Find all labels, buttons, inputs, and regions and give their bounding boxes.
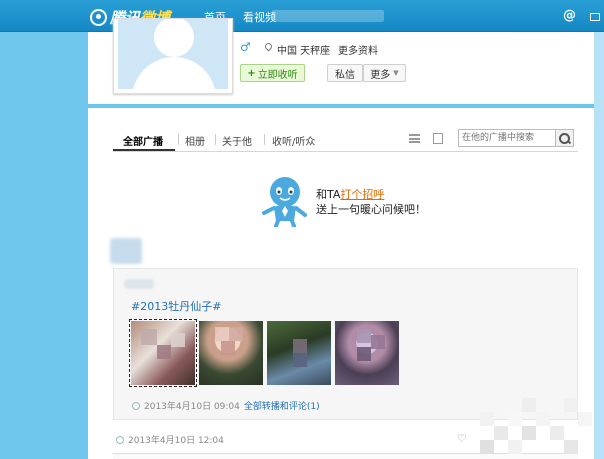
avatar[interactable]	[113, 18, 233, 94]
blurred-avatar	[110, 238, 142, 264]
greeting-line-1: 和TA打个招呼	[316, 188, 385, 201]
follow-label: 立即收听	[257, 69, 298, 81]
all-retweets-link[interactable]: 全部转播和评论(1)	[244, 399, 320, 412]
broadcast-search-input[interactable]	[458, 129, 556, 147]
list-view-icon[interactable]	[409, 134, 420, 143]
clock-icon	[116, 435, 124, 444]
post-meta: 2013年4月10日 12:04	[116, 433, 224, 446]
left-background	[0, 0, 88, 459]
heart-icon[interactable]: ♡	[457, 432, 467, 445]
plus-icon: +	[247, 67, 256, 79]
tab-about[interactable]: 关于他	[222, 133, 252, 148]
clock-icon	[132, 401, 140, 410]
location-text: 中国 天秤座	[277, 46, 331, 57]
tab-followers[interactable]: 收听/听众	[272, 133, 315, 148]
mention-icon[interactable]: @	[563, 8, 576, 23]
photo-thumbnail[interactable]	[129, 319, 197, 387]
caret-down-icon: ▼	[393, 69, 399, 77]
top-navigation-bar: 腾讯微博 首页 看视频 @	[0, 0, 604, 32]
tab-all-broadcasts[interactable]: 全部广播	[123, 133, 163, 148]
tab-divider	[264, 134, 265, 145]
tab-album[interactable]: 相册	[185, 133, 205, 148]
more-label: 更多	[370, 69, 391, 81]
mosaic-overlay	[480, 398, 594, 459]
post-time[interactable]: 2013年4月10日 09:04	[144, 399, 240, 412]
search-icon[interactable]	[556, 129, 574, 147]
greeting-line-2: 送上一句暖心问候吧！	[316, 203, 426, 216]
post-time[interactable]: 2013年4月10日 12:04	[128, 433, 224, 446]
logo-icon	[90, 8, 107, 26]
more-info-link[interactable]: 更多资料	[338, 42, 378, 57]
follow-button[interactable]: + 立即收听	[240, 64, 305, 82]
photo-thumbnail[interactable]	[335, 321, 399, 385]
post-meta: 2013年4月10日 09:04 全部转播和评论(1)	[132, 399, 320, 412]
hashtag-link[interactable]: #2013牡丹仙子#	[131, 298, 221, 314]
photo-thumbnail[interactable]	[199, 321, 263, 385]
mail-icon[interactable]	[590, 13, 600, 21]
card-view-icon[interactable]	[433, 133, 443, 144]
photo-thumbnail[interactable]	[267, 321, 331, 385]
male-icon: ♂	[240, 40, 251, 54]
tab-divider	[178, 134, 179, 145]
more-dropdown-button[interactable]: 更多 ▼	[363, 64, 406, 82]
private-message-button[interactable]: 私信	[327, 64, 363, 82]
active-tab-indicator	[113, 149, 175, 151]
mascot-icon	[262, 177, 307, 227]
say-hello-link[interactable]: 打个招呼	[340, 188, 384, 201]
blurred-username	[272, 10, 384, 22]
right-background	[594, 0, 604, 459]
tab-divider	[215, 134, 216, 145]
blurred-name	[124, 279, 154, 289]
default-avatar-icon	[118, 19, 228, 89]
